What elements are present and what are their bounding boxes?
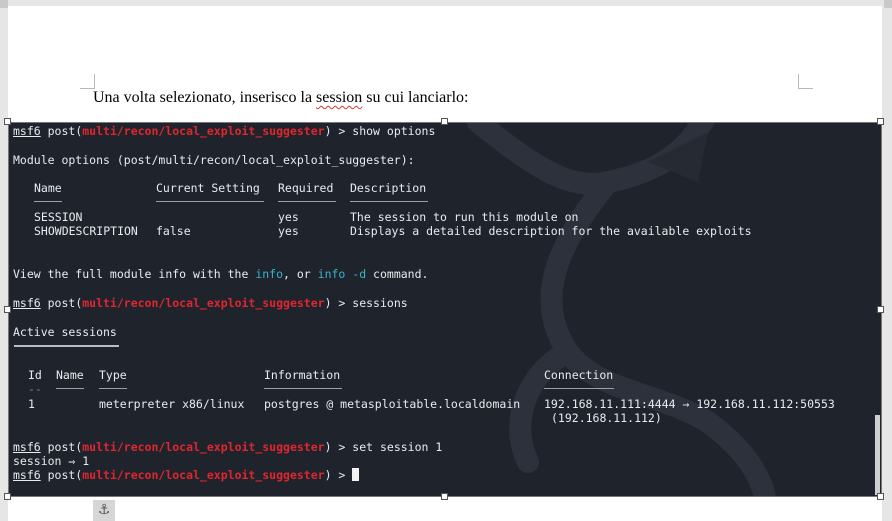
module-path: multi/recon/local_exploit_suggester <box>82 296 325 310</box>
embedded-terminal-image[interactable]: msf6 post(multi/recon/local_exploit_sugg… <box>8 122 882 497</box>
prompt-prefix: msf6 <box>13 468 41 482</box>
col-header-required: Required <box>278 181 334 195</box>
terminal-line-prompt: msf6 post(multi/recon/local_exploit_sugg… <box>13 468 360 482</box>
option-required: yes <box>278 210 299 224</box>
col-header-description: Description <box>350 181 427 195</box>
active-sessions-heading: Active sessions <box>13 325 117 339</box>
info-text: , or <box>283 267 318 281</box>
heading-underline <box>14 345 119 347</box>
resize-handle-left[interactable] <box>4 306 11 313</box>
session-information: postgres @ metasploitable.localdomain <box>264 397 521 411</box>
document-paragraph[interactable]: Una volta selezionato, inserisco la sess… <box>93 89 468 107</box>
header-underline <box>350 201 428 202</box>
header-underline <box>278 201 336 202</box>
app-background-right <box>882 0 892 521</box>
prompt-suffix: ) > <box>324 468 353 482</box>
vertical-scrollbar[interactable] <box>875 415 880 495</box>
col-header-name: Name <box>56 368 84 382</box>
set-result-line: session ⇒ 1 <box>13 454 90 468</box>
prompt-suffix: ) > <box>324 124 353 138</box>
paragraph-text: Una volta selezionato, inserisco la <box>93 89 317 106</box>
info-d-command: info -d <box>317 267 367 281</box>
resize-handle-bottom-right[interactable] <box>877 493 884 500</box>
prompt-suffix: ) > <box>324 296 353 310</box>
module-path: multi/recon/local_exploit_suggester <box>82 124 325 138</box>
resize-handle-right[interactable] <box>877 306 884 313</box>
col-header-connection: Connection <box>544 368 614 382</box>
app-background-left <box>0 0 8 521</box>
info-command: info <box>255 267 284 281</box>
header-underline <box>264 388 342 389</box>
header-underline <box>34 201 62 202</box>
resize-handle-top[interactable] <box>441 118 448 125</box>
col-header-id: Id <box>28 368 42 382</box>
command-text: show options <box>352 124 436 138</box>
session-connection: 192.168.11.111:4444 → 192.168.11.112:505… <box>544 397 835 411</box>
option-description: Displays a detailed description for the … <box>350 224 752 238</box>
command-text: set session 1 <box>352 440 443 454</box>
info-hint-line: View the full module info with the info,… <box>13 267 428 281</box>
misspelled-word[interactable]: session <box>316 89 362 106</box>
terminal-cursor <box>352 468 360 481</box>
col-header-type: Type <box>99 368 127 382</box>
terminal-line-cmd2: msf6 post(multi/recon/local_exploit_sugg… <box>13 296 408 310</box>
info-text: command. <box>366 267 429 281</box>
text-boundary-corner <box>80 74 95 89</box>
resize-handle-bottom-left[interactable] <box>4 493 11 500</box>
anchor-icon[interactable]: ⚓ <box>93 500 115 521</box>
prompt-prefix: msf6 <box>13 440 41 454</box>
session-type: meterpreter x86/linux <box>99 397 245 411</box>
col-header-current-setting: Current Setting <box>156 181 260 195</box>
resize-handle-top-left[interactable] <box>4 118 11 125</box>
terminal-line-cmd3: msf6 post(multi/recon/local_exploit_sugg… <box>13 440 442 454</box>
module-path: multi/recon/local_exploit_suggester <box>82 440 325 454</box>
prompt-suffix: ) > <box>324 440 353 454</box>
prompt-post: post( <box>40 468 83 482</box>
option-name: SESSION <box>34 210 83 224</box>
header-underline <box>56 388 84 389</box>
prompt-prefix: msf6 <box>13 296 41 310</box>
word-processor-window: Una volta selezionato, inserisco la sess… <box>0 0 892 521</box>
command-text: sessions <box>352 296 408 310</box>
terminal-line-cmd1: msf6 post(multi/recon/local_exploit_sugg… <box>13 124 435 138</box>
session-connection-cont: (192.168.11.112) <box>551 411 662 425</box>
header-dashes: -- <box>28 382 42 396</box>
info-text: View the full module info with the <box>13 267 256 281</box>
col-header-name: Name <box>34 181 62 195</box>
text-boundary-corner <box>798 74 813 89</box>
option-name: SHOWDESCRIPTION <box>34 224 138 238</box>
option-required: yes <box>278 224 299 238</box>
prompt-post: post( <box>40 440 83 454</box>
header-underline <box>99 388 127 389</box>
resize-handle-bottom[interactable] <box>441 493 448 500</box>
window-corner <box>884 0 892 8</box>
resize-handle-top-right[interactable] <box>877 118 884 125</box>
prompt-post: post( <box>40 296 83 310</box>
window-corner <box>0 0 8 8</box>
option-description: The session to run this module on <box>350 210 579 224</box>
header-underline <box>544 388 614 389</box>
header-underline <box>156 201 264 202</box>
module-path: multi/recon/local_exploit_suggester <box>82 468 325 482</box>
col-header-information: Information <box>264 368 341 382</box>
option-current-setting: false <box>156 224 191 238</box>
module-options-heading: Module options (post/multi/recon/local_e… <box>13 153 415 167</box>
prompt-prefix: msf6 <box>13 124 41 138</box>
session-id: 1 <box>28 397 35 411</box>
paragraph-text-end: su cui lanciarlo: <box>362 89 469 106</box>
prompt-post: post( <box>40 124 83 138</box>
